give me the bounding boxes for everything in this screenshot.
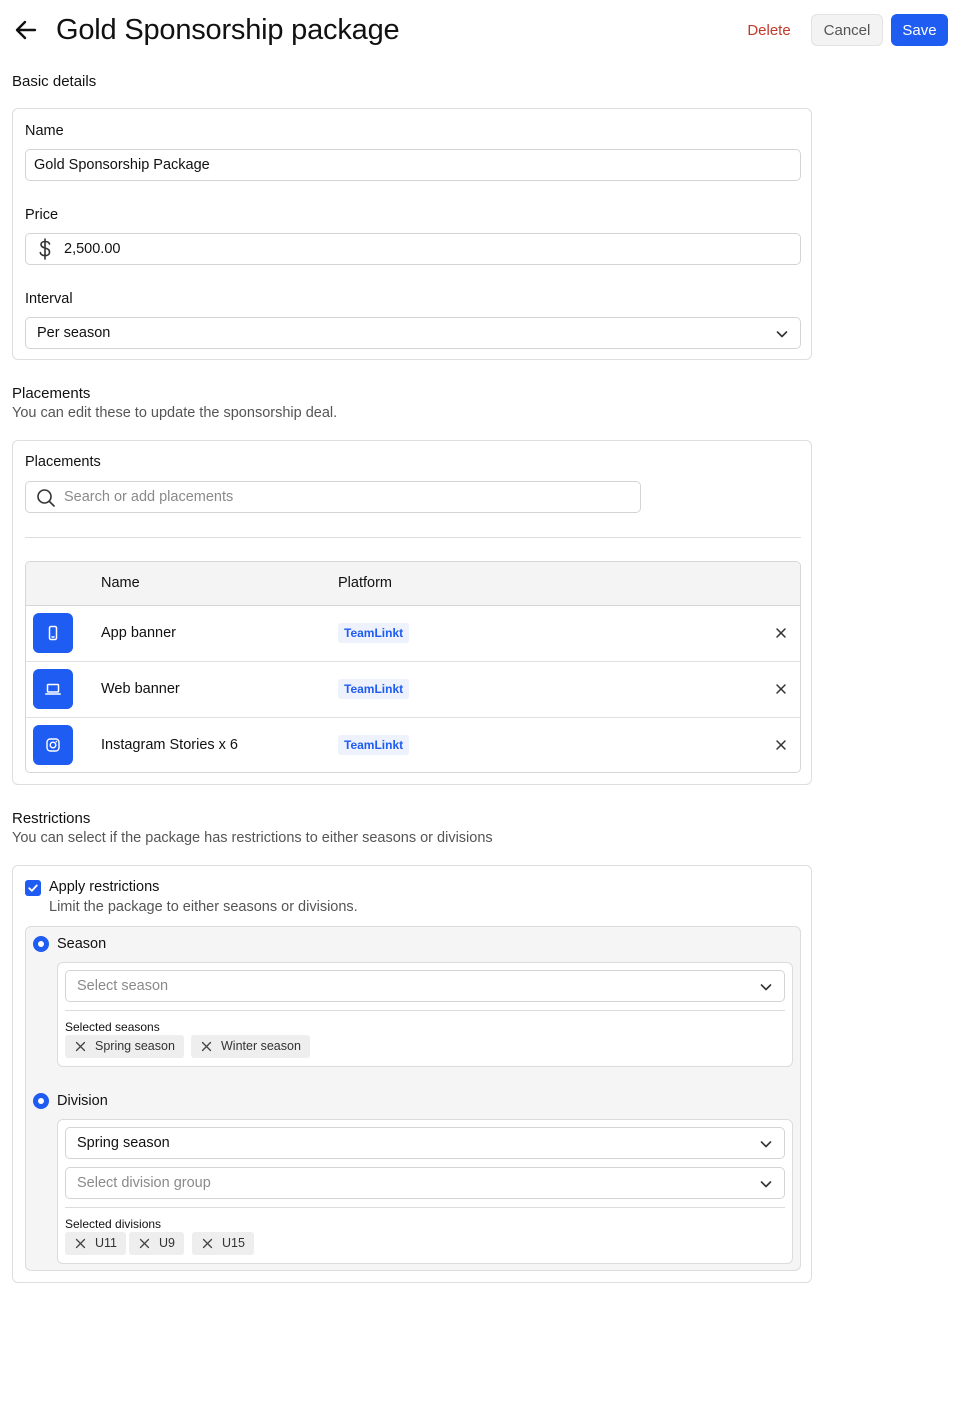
restrictions-desc: You can select if the package has restri… [12, 830, 493, 846]
table-row: Web banner TeamLinkt [26, 662, 800, 718]
placements-search-input[interactable] [64, 482, 624, 512]
chip-label: Spring season [95, 1039, 175, 1053]
instagram-icon [33, 725, 73, 765]
laptop-icon [33, 669, 73, 709]
close-icon[interactable] [75, 1238, 86, 1249]
season-radio[interactable] [33, 936, 49, 952]
division-radio[interactable] [33, 1093, 49, 1109]
interval-label: Interval [25, 291, 73, 307]
apply-restrictions-desc: Limit the package to either seasons or d… [49, 899, 358, 915]
placements-table: Name Platform App banner TeamLinkt Web b… [25, 561, 801, 773]
placement-name: Instagram Stories x 6 [101, 737, 238, 753]
restrictions-card: Apply restrictions Limit the package to … [12, 865, 812, 1283]
division-chip: U11 [65, 1232, 127, 1255]
delete-button[interactable]: Delete [737, 14, 801, 46]
close-icon[interactable] [75, 1041, 86, 1052]
interval-select[interactable]: Per season [25, 317, 801, 349]
apply-restrictions-label: Apply restrictions [49, 879, 160, 895]
division-season-value: Spring season [77, 1135, 170, 1151]
close-icon[interactable] [774, 738, 788, 752]
chevron-down-icon [760, 1141, 772, 1148]
name-label: Name [25, 123, 64, 139]
placements-label: Placements [25, 454, 101, 470]
placements-card: Placements Name Platform App banner Team… [12, 440, 812, 785]
season-radio-label: Season [57, 936, 107, 952]
division-group-select[interactable]: Select division group [65, 1167, 785, 1199]
table-row: App banner TeamLinkt [26, 606, 800, 662]
close-icon[interactable] [774, 626, 788, 640]
interval-value: Per season [37, 325, 111, 341]
chevron-down-icon [760, 1181, 772, 1188]
placements-desc: You can edit these to update the sponsor… [12, 405, 338, 421]
table-row: Instagram Stories x 6 TeamLinkt [26, 718, 800, 772]
season-panel: Select season Selected seasons Spring se… [57, 962, 793, 1067]
season-select[interactable]: Select season [65, 970, 785, 1002]
platform-badge: TeamLinkt [338, 679, 410, 699]
season-chip: Spring season [65, 1035, 184, 1058]
chip-label: U9 [159, 1236, 175, 1250]
table-header: Name Platform [26, 562, 800, 606]
close-icon[interactable] [774, 682, 788, 696]
cancel-button[interactable]: Cancel [811, 14, 883, 46]
basic-details-title: Basic details [12, 73, 97, 90]
chevron-down-icon [760, 984, 772, 991]
check-icon [28, 884, 38, 892]
selected-seasons-label: Selected seasons [65, 1020, 160, 1034]
season-select-placeholder: Select season [77, 978, 169, 994]
phone-icon [33, 613, 73, 653]
divider [65, 1010, 785, 1011]
chip-label: U11 [95, 1236, 118, 1250]
platform-badge: TeamLinkt [338, 623, 410, 643]
platform-badge: TeamLinkt [338, 735, 410, 755]
division-radio-label: Division [57, 1093, 108, 1109]
divider [25, 537, 801, 538]
division-season-select[interactable]: Spring season [65, 1127, 785, 1159]
search-icon [37, 489, 55, 507]
division-panel: Spring season Select division group Sele… [57, 1119, 793, 1264]
price-input[interactable] [64, 234, 784, 264]
column-header-name: Name [101, 575, 140, 591]
column-header-platform: Platform [338, 575, 392, 591]
close-icon[interactable] [201, 1041, 212, 1052]
division-group-placeholder: Select division group [77, 1175, 211, 1191]
basic-details-card: Name Price Interval Per season [12, 108, 812, 360]
season-chip: Winter season [191, 1035, 310, 1058]
chip-label: U15 [222, 1236, 245, 1250]
save-button[interactable]: Save [891, 14, 948, 46]
apply-restrictions-checkbox[interactable] [25, 880, 41, 896]
dollar-icon [39, 238, 51, 260]
chip-label: Winter season [221, 1039, 301, 1053]
placement-name: Web banner [101, 681, 180, 697]
page-title: Gold Sponsorship package [56, 14, 400, 46]
close-icon[interactable] [139, 1238, 150, 1249]
name-input[interactable] [25, 149, 801, 181]
back-arrow-icon[interactable] [12, 16, 40, 44]
page-header: Gold Sponsorship package Delete Cancel S… [0, 0, 960, 62]
placements-title: Placements [12, 385, 91, 402]
restrictions-title: Restrictions [12, 810, 91, 827]
selected-divisions-label: Selected divisions [65, 1217, 162, 1231]
placement-name: App banner [101, 625, 176, 641]
division-chip: U9 [129, 1232, 184, 1255]
close-icon[interactable] [202, 1238, 213, 1249]
price-field[interactable] [25, 233, 801, 265]
placements-search[interactable] [25, 481, 641, 513]
chevron-down-icon [776, 331, 788, 338]
restriction-options: Season Select season Selected seasons Sp… [25, 926, 801, 1271]
divider [65, 1207, 785, 1208]
division-chip: U15 [192, 1232, 254, 1255]
price-label: Price [25, 207, 59, 223]
